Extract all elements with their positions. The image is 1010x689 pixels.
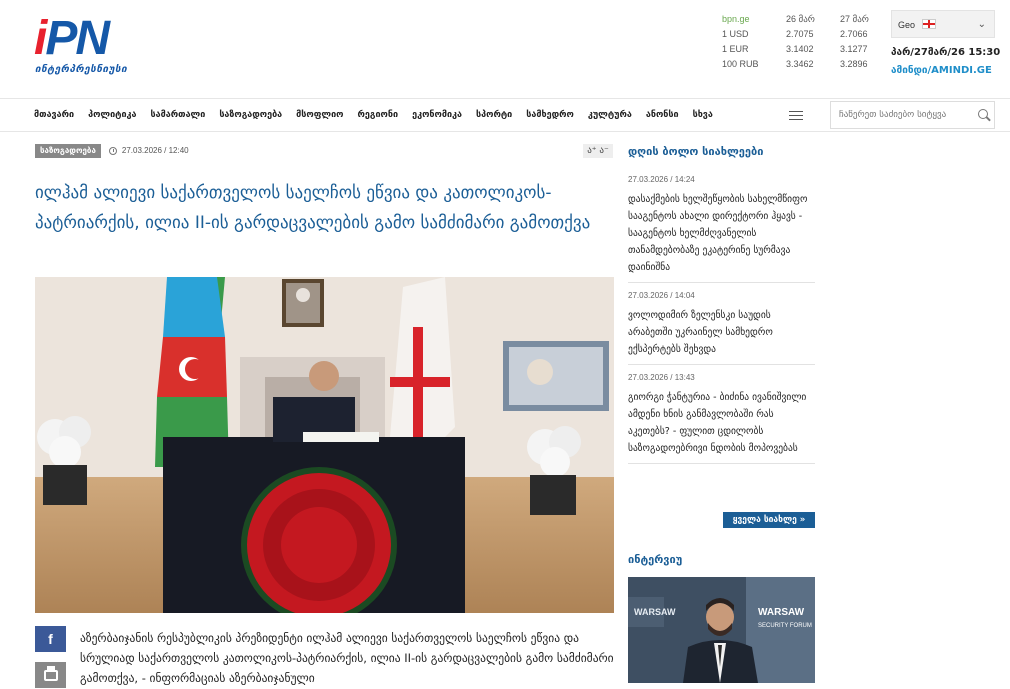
rate-value: 3.1402 <box>786 44 814 54</box>
category-badge[interactable]: საზოგადოება <box>35 144 101 158</box>
nav-item-other[interactable]: სხვა <box>693 99 713 131</box>
all-news-button[interactable]: ყველა სიახლე » <box>723 512 815 528</box>
interview-photo[interactable]: WARSAW WARSAW SECURITY FORUM <box>628 577 815 683</box>
list-item[interactable]: 27.03.2026 / 14:24 დასაქმების ხელშეწყობი… <box>628 173 815 283</box>
print-button[interactable] <box>35 662 66 688</box>
news-date: 27.03.2026 / 14:24 <box>628 175 695 184</box>
weather-link[interactable]: ამინდი/AMINDI.GE <box>891 64 992 78</box>
hamburger-menu-icon[interactable] <box>789 111 803 120</box>
currency-rates: bpn.ge 26 მარ 27 მარ 1 USD 2.7075 2.7066… <box>722 12 882 72</box>
facebook-icon: f <box>48 631 53 647</box>
facebook-share-button[interactable]: f <box>35 626 66 652</box>
rate-value: 3.2896 <box>840 59 868 69</box>
banner-text-left: WARSAW <box>634 607 676 617</box>
news-date: 27.03.2026 / 14:04 <box>628 291 695 300</box>
banner-subtext-right: SECURITY FORUM <box>758 623 812 629</box>
language-label: Geo <box>898 20 916 30</box>
article-headline: ილჰამ ალიევი საქართველოს საელჩოს ეწვია დ… <box>35 183 591 233</box>
nav-item-home[interactable]: მთავარი <box>34 99 74 131</box>
rate-value: 3.1277 <box>840 44 868 54</box>
chevron-down-icon: ⌄ <box>977 19 986 30</box>
nav-item-world[interactable]: მსოფლიო <box>296 99 343 131</box>
site-logo[interactable]: iPN ინტერპრესნიუსი <box>34 14 158 80</box>
news-headline[interactable]: დასაქმების ხელშეწყობის სახელმწიფო სააგენ… <box>628 191 815 276</box>
logo-subtitle: ინტერპრესნიუსი <box>35 64 128 75</box>
banner-text-right: WARSAW <box>758 607 805 618</box>
logo-letters-pn: PN <box>45 12 110 65</box>
nav-item-region[interactable]: რეგიონი <box>357 99 398 131</box>
share-buttons: f <box>35 626 66 689</box>
nav-item-culture[interactable]: კულტურა <box>588 99 632 131</box>
printer-icon <box>43 665 58 681</box>
clock-icon <box>108 147 117 155</box>
site-header: iPN ინტერპრესნიუსი bpn.ge 26 მარ 27 მარ … <box>0 0 1010 96</box>
nav-item-society[interactable]: საზოგადოება <box>219 99 282 131</box>
list-item[interactable]: 27.03.2026 / 14:04 ვოლოდიმირ ზელენსკი სა… <box>628 289 815 365</box>
rates-date-2: 27 მარ <box>840 14 869 24</box>
georgian-flag-icon <box>921 19 936 29</box>
search-box <box>830 101 995 129</box>
article-date: 27.03.2026 / 12:40 <box>121 146 189 155</box>
font-size-toggle[interactable]: ა⁺ ა⁻ <box>583 144 613 158</box>
rate-value: 3.3462 <box>786 59 814 69</box>
nav-item-sport[interactable]: სპორტი <box>476 99 512 131</box>
article-body: აზერბაიჯანის რესპუბლიკის პრეზიდენტი ილჰა… <box>80 631 614 685</box>
latest-news-title: დღის ბოლო სიახლეები <box>628 145 764 158</box>
rate-value: 2.7075 <box>786 29 814 39</box>
interview-title: ინტერვიუ <box>628 553 683 566</box>
latest-news-list: 27.03.2026 / 14:24 დასაქმების ხელშეწყობი… <box>628 173 815 470</box>
rate-value: 2.7066 <box>840 29 868 39</box>
rate-currency: 1 USD <box>722 29 749 39</box>
nav-item-announcements[interactable]: ანონსი <box>646 99 679 131</box>
main-nav: მთავარი პოლიტიკა სამართალი საზოგადოება მ… <box>0 98 1010 132</box>
search-icon[interactable] <box>978 109 988 119</box>
rates-source[interactable]: bpn.ge <box>722 12 750 26</box>
search-input[interactable] <box>831 102 971 128</box>
current-datetime: პარ/27მარ/26 15:30 <box>891 47 1001 58</box>
news-date: 27.03.2026 / 13:43 <box>628 373 695 382</box>
rate-currency: 100 RUB <box>722 59 759 69</box>
list-item[interactable]: 27.03.2026 / 13:43 გიორგი ჭანტურია - ბიძ… <box>628 371 815 464</box>
rate-currency: 1 EUR <box>722 44 749 54</box>
news-headline[interactable]: გიორგი ჭანტურია - ბიძინა ივანიშვილი ამდე… <box>628 389 815 457</box>
nav-item-law[interactable]: სამართალი <box>151 99 206 131</box>
nav-item-politics[interactable]: პოლიტიკა <box>88 99 136 131</box>
rates-date-1: 26 მარ <box>786 14 815 24</box>
language-select[interactable]: Geo ⌄ <box>891 10 995 38</box>
article-meta: საზოგადოება 27.03.2026 / 12:40 <box>35 144 189 158</box>
nav-item-economy[interactable]: ეკონომიკა <box>412 99 462 131</box>
news-headline[interactable]: ვოლოდიმირ ზელენსკი საუდის არაბეთში უკრაი… <box>628 307 815 358</box>
nav-item-military[interactable]: სამხედრო <box>526 99 574 131</box>
article-photo <box>35 277 614 613</box>
logo-letter-i: i <box>34 12 47 65</box>
